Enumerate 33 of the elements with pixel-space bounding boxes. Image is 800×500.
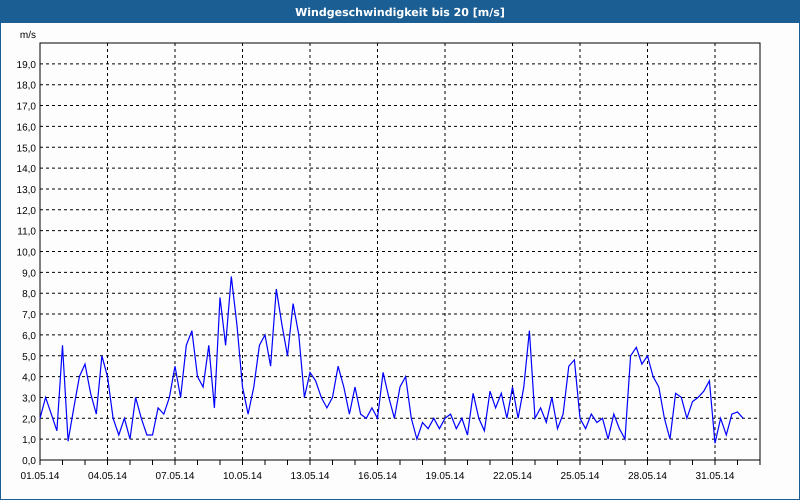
y-axis-label: 19,0 <box>16 60 36 71</box>
y-axis-label: 1,0 <box>22 435 36 446</box>
y-axis-label: 4,0 <box>22 372 36 384</box>
x-axis-label: 25.05.14 <box>560 471 600 482</box>
x-axis-label: 31.05.14 <box>696 471 734 482</box>
y-axis-title: m/s <box>20 30 36 41</box>
y-axis-label: 17,0 <box>16 102 36 113</box>
y-axis-label: 11,0 <box>17 226 36 238</box>
y-axis-label: 14,0 <box>16 164 36 176</box>
x-axis-label: 16.05.14 <box>358 471 397 482</box>
window-title: Windgeschwindigkeit bis 20 [m/s] <box>1 1 799 23</box>
y-axis-label: 13,0 <box>16 184 36 196</box>
x-axis-label: 19.05.14 <box>426 471 464 482</box>
y-axis-label: 2,0 <box>22 414 36 426</box>
y-axis-label: 18,0 <box>16 80 36 92</box>
y-axis-label: 8,0 <box>22 289 36 300</box>
y-axis-label: 16,0 <box>16 122 36 134</box>
x-axis-label: 10.05.14 <box>223 471 262 482</box>
x-axis-label: 01.05.14 <box>20 471 60 482</box>
y-axis-label: 12,0 <box>16 206 36 217</box>
x-axis-label: 28.05.14 <box>628 471 667 482</box>
x-axis-label: 13.05.14 <box>290 471 330 482</box>
y-axis-label: 7,0 <box>22 310 36 322</box>
y-axis-label: 3,0 <box>22 393 36 404</box>
y-axis-label: 6,0 <box>22 330 36 342</box>
y-axis-label: 0,0 <box>22 456 36 467</box>
y-axis-label: 5,0 <box>22 352 36 363</box>
y-axis-label: 9,0 <box>22 268 36 280</box>
y-axis-label: 15,0 <box>16 143 36 154</box>
x-axis-label: 07.05.14 <box>156 471 194 482</box>
x-axis-label: 22.05.14 <box>493 471 532 482</box>
y-axis-label: 10,0 <box>16 248 36 258</box>
x-axis-label: 04.05.14 <box>88 471 127 482</box>
